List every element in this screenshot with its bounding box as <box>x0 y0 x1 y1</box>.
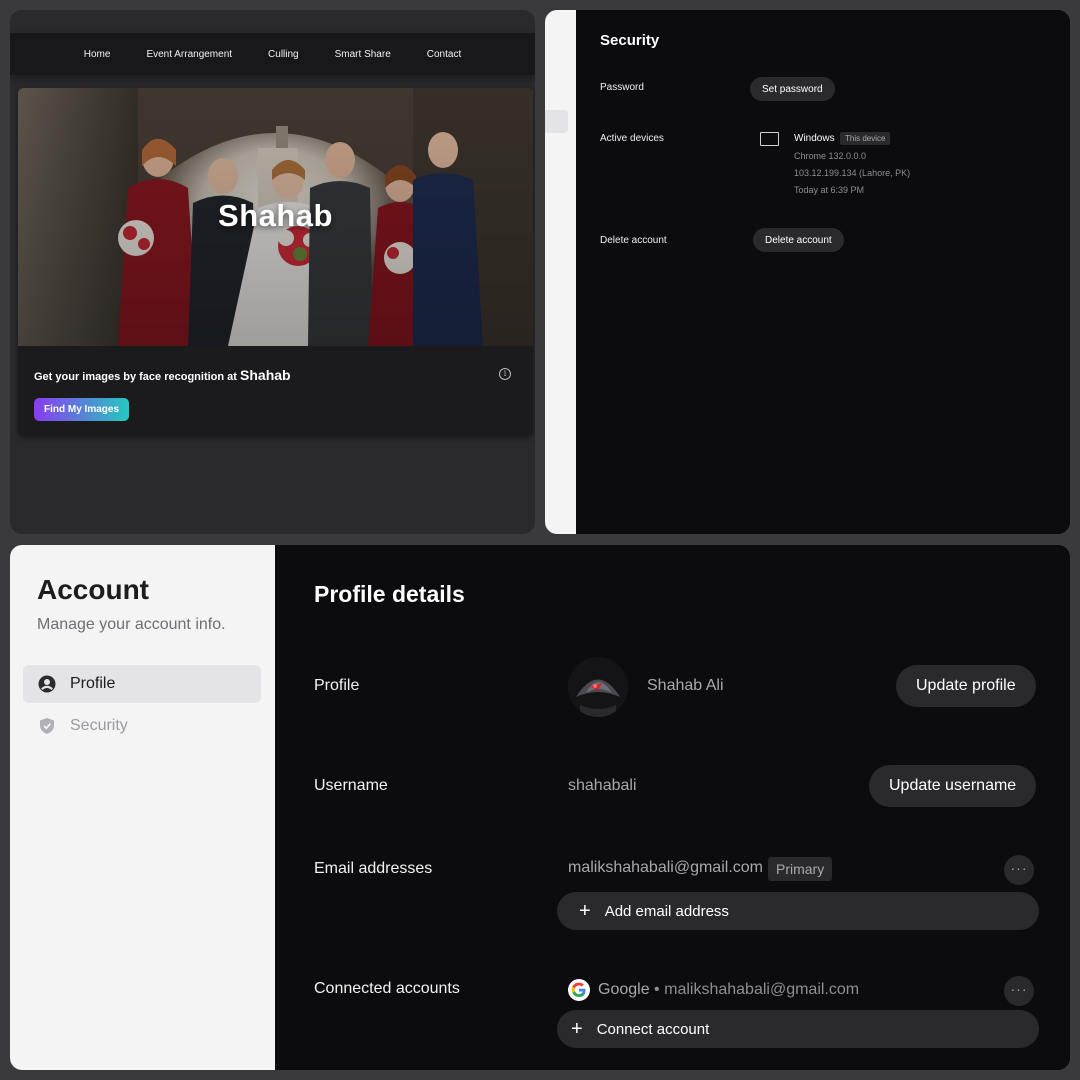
account-heading: Account <box>37 574 149 605</box>
security-panel: Security Password Set password Active de… <box>545 10 1070 534</box>
device-ip: 103.12.199.134 (Lahore, PK) <box>794 168 911 178</box>
email-addresses-label: Email addresses <box>314 860 433 877</box>
connect-account-label: Connect account <box>596 1020 710 1038</box>
profile-details-title: Profile details <box>314 581 465 607</box>
add-email-label: Add email address <box>604 902 729 920</box>
security-content: Security Password Set password Active de… <box>576 10 1070 534</box>
connected-provider: Google <box>598 981 650 998</box>
email-more-options-icon[interactable]: ··· <box>1004 855 1034 885</box>
site-navbar: Home Event Arrangement Culling Smart Sha… <box>10 33 535 75</box>
info-icon[interactable]: i <box>499 368 511 380</box>
password-label: Password <box>600 82 644 93</box>
device-name: Windows <box>794 133 835 144</box>
connected-email: malikshahabali@gmail.com <box>664 981 860 998</box>
security-sidebar <box>545 10 576 534</box>
shield-icon <box>40 718 54 734</box>
profile-details-content: Profile details Profile Shahab Ali Updat… <box>275 545 1070 1070</box>
hero-image: Shahab <box>18 88 533 346</box>
browser-top-strip <box>10 10 535 34</box>
plus-icon: + <box>571 1018 583 1040</box>
monitor-icon <box>760 132 779 146</box>
avatar-image <box>568 657 628 717</box>
connected-accounts-label: Connected accounts <box>314 980 460 997</box>
profile-name: Shahab Ali <box>647 677 724 694</box>
update-username-button[interactable]: Update username <box>869 765 1037 807</box>
connected-separator: • <box>654 981 660 998</box>
google-icon <box>568 979 590 1001</box>
plus-icon: + <box>579 900 591 922</box>
sidebar-item-profile[interactable]: Profile <box>23 665 261 703</box>
nav-link-home[interactable]: Home <box>66 49 129 60</box>
nav-link-event-arrangement[interactable]: Event Arrangement <box>128 49 250 60</box>
nav-link-culling[interactable]: Culling <box>250 49 317 60</box>
primary-email: malikshahabali@gmail.com <box>568 859 763 876</box>
find-my-images-button[interactable]: Find My Images <box>34 398 130 421</box>
tagline-brand: Shahab <box>240 367 291 383</box>
delete-account-label: Delete account <box>600 235 667 246</box>
set-password-button[interactable]: Set password <box>750 77 835 101</box>
nav-link-contact[interactable]: Contact <box>409 49 479 60</box>
profile-label: Profile <box>314 677 360 694</box>
connected-google-account: Google • malikshahabali@gmail.com <box>598 981 859 999</box>
connect-account-button[interactable]: + Connect account <box>557 1010 1039 1048</box>
account-subtitle: Manage your account info. <box>37 616 226 633</box>
account-sidebar: Account Manage your account info. Profil… <box>10 545 275 1070</box>
sidebar-item-label: Profile <box>70 675 116 692</box>
update-profile-button[interactable]: Update profile <box>896 665 1036 707</box>
website-preview-panel: Home Event Arrangement Culling Smart Sha… <box>10 10 535 534</box>
nav-link-smart-share[interactable]: Smart Share <box>317 49 409 60</box>
device-browser: Chrome 132.0.0.0 <box>794 151 867 161</box>
delete-account-button[interactable]: Delete account <box>753 228 844 252</box>
username-label: Username <box>314 777 388 794</box>
primary-badge: Primary <box>768 857 833 881</box>
user-circle-icon <box>38 675 56 693</box>
face-recognition-tagline: Get your images by face recognition at S… <box>34 367 291 383</box>
device-time: Today at 6:39 PM <box>794 185 865 195</box>
sidebar-item-security[interactable]: Security <box>23 707 261 745</box>
sidebar-active-item[interactable] <box>545 110 568 133</box>
username-value: shahabali <box>568 777 637 794</box>
active-devices-label: Active devices <box>600 133 664 144</box>
security-title: Security <box>600 32 660 49</box>
account-panel: Account Manage your account info. Profil… <box>10 545 1070 1070</box>
avatar[interactable] <box>568 657 628 717</box>
event-card: Shahab Get your images by face recogniti… <box>18 88 533 436</box>
tagline-text: Get your images by face recognition at <box>34 371 237 383</box>
hero-title: Shahab <box>218 198 333 233</box>
add-email-address-button[interactable]: + Add email address <box>557 892 1039 930</box>
this-device-badge: This device <box>840 132 891 145</box>
connected-more-options-icon[interactable]: ··· <box>1004 976 1034 1006</box>
sidebar-item-label: Security <box>70 717 128 734</box>
